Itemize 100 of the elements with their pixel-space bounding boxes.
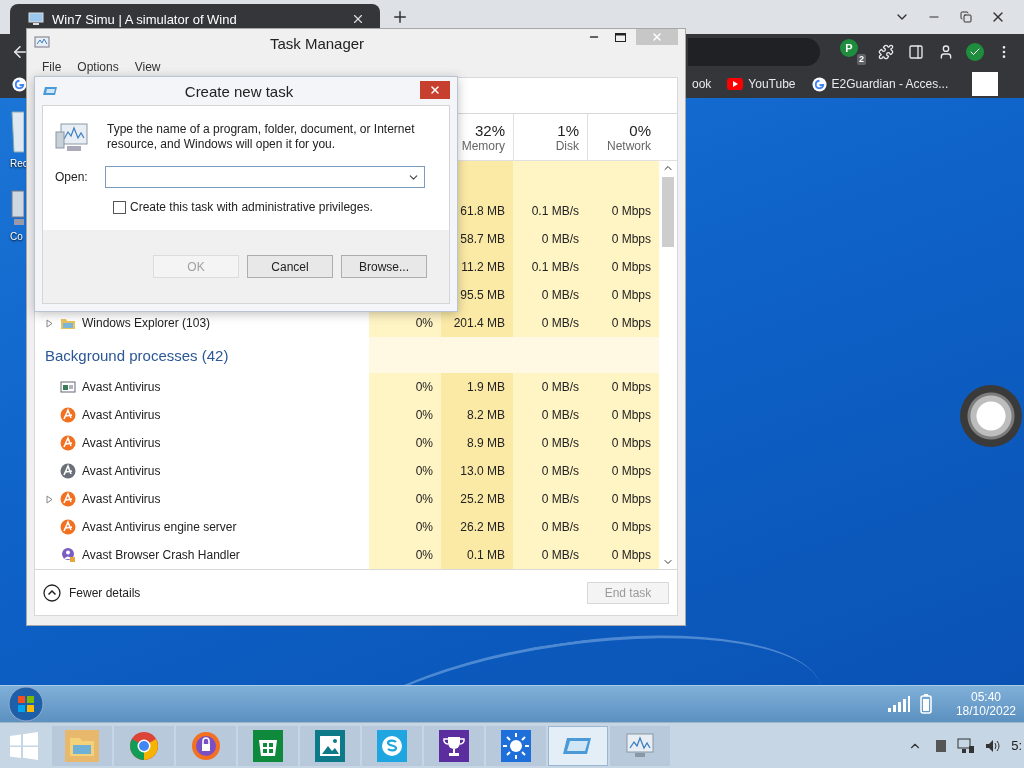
scrollbar-thumb[interactable] <box>662 177 674 247</box>
taskbar-button[interactable] <box>486 725 546 766</box>
menu-item[interactable]: Options <box>77 60 119 74</box>
network-cell: 0 Mbps <box>587 373 659 401</box>
network-cell: 0 Mbps <box>587 281 659 309</box>
table-cell <box>369 337 441 373</box>
trophy-icon <box>437 729 471 762</box>
avast-icon <box>60 407 76 423</box>
window-title: Task Manager <box>268 34 366 52</box>
taskbar-button[interactable] <box>176 725 236 766</box>
admin-checkbox[interactable]: Create this task with administrative privileges. <box>55 200 437 214</box>
expand-arrow-icon[interactable] <box>45 494 54 504</box>
start-orb-icon[interactable] <box>8 686 44 722</box>
signal-icon[interactable] <box>887 696 910 712</box>
skype-icon <box>375 729 409 762</box>
network-cell: 0 Mbps <box>587 225 659 253</box>
network-cell: 0 Mbps <box>587 309 659 337</box>
menu-item[interactable]: View <box>134 60 161 74</box>
puzzle-icon[interactable] <box>876 42 896 62</box>
memory-cell: 201.4 MB <box>441 309 513 337</box>
bookmark-link[interactable]: YouTube <box>721 77 802 91</box>
process-name: Windows Explorer (103) <box>82 316 211 330</box>
youtube-icon <box>727 78 744 90</box>
taskbar-button[interactable] <box>300 725 360 766</box>
tablet-icon <box>42 86 58 96</box>
network-cell: 0 Mbps <box>587 401 659 429</box>
memory-cell: 26.2 MB <box>441 513 513 541</box>
network-icon[interactable] <box>957 737 976 754</box>
photos-icon <box>313 729 347 762</box>
disk-cell: 0 MB/s <box>513 541 587 569</box>
square-icon[interactable] <box>935 738 948 753</box>
menu-item[interactable]: File <box>42 60 62 74</box>
monitor-icon <box>55 122 89 154</box>
cpu-cell: 0% <box>369 541 441 569</box>
taskbar-button[interactable] <box>238 725 298 766</box>
network-cell: 0 Mbps <box>587 429 659 457</box>
desktop-icon-label[interactable]: Co <box>10 231 23 242</box>
disk-cell: 0.1 MB/s <box>513 197 587 225</box>
avast-icon <box>60 491 76 507</box>
disk-cell: 0 MB/s <box>513 281 587 309</box>
side-panel-icon[interactable] <box>906 42 926 62</box>
process-name: Avast Antivirus engine server <box>82 520 237 534</box>
disk-cell: 0 MB/s <box>513 429 587 457</box>
expand-arrow-icon[interactable] <box>45 318 54 328</box>
process-name: Avast Antivirus <box>82 492 161 506</box>
clock[interactable]: 5: <box>1011 738 1022 753</box>
bookmark-link[interactable]: ook <box>686 77 718 91</box>
crash-handler-icon <box>60 547 76 563</box>
battery-icon[interactable] <box>919 694 932 714</box>
network-cell: 0 Mbps <box>587 513 659 541</box>
sun-icon <box>499 729 533 762</box>
process-name: Avast Browser Crash Handler <box>82 548 240 562</box>
dialog-title: Create new task <box>183 82 295 100</box>
folder-icon <box>65 729 99 762</box>
monitor-icon <box>34 36 50 50</box>
group-heading[interactable]: Background processes (42) <box>45 346 229 364</box>
process-name: Avast Antivirus <box>82 408 161 422</box>
browser-lock-icon <box>189 729 223 762</box>
dialog-button[interactable]: Cancel <box>247 255 333 278</box>
bookmark-tile[interactable] <box>972 72 999 96</box>
avast-icon <box>60 519 76 535</box>
cpu-cell: 0% <box>369 513 441 541</box>
memory-cell: 13.0 MB <box>441 457 513 485</box>
cpu-cell: 0% <box>369 485 441 513</box>
disk-cell: 0 MB/s <box>513 485 587 513</box>
memory-cell: 8.9 MB <box>441 429 513 457</box>
close-icon <box>429 84 441 96</box>
open-combobox[interactable] <box>105 166 425 188</box>
cpu-cell: 0% <box>369 429 441 457</box>
disk-cell: 0 MB/s <box>513 457 587 485</box>
process-name: Avast Antivirus <box>82 380 161 394</box>
network-cell: 0 Mbps <box>587 457 659 485</box>
network-cell: 0 Mbps <box>587 197 659 225</box>
memory-cell: 1.9 MB <box>441 373 513 401</box>
bookmark-link[interactable]: E2Guardian - Acces... <box>805 76 955 92</box>
store-icon <box>251 729 285 762</box>
open-label: Open: <box>55 170 89 184</box>
desktop-icon-label[interactable]: Rec <box>10 158 28 169</box>
memory-cell: 8.2 MB <box>441 401 513 429</box>
disk-cell: 0 MB/s <box>513 225 587 253</box>
network-cell: 0 Mbps <box>587 541 659 569</box>
fewer-details-toggle[interactable]: Fewer details <box>43 584 141 602</box>
google-icon <box>811 76 827 92</box>
window-icon <box>60 379 76 395</box>
avast-icon <box>60 435 76 451</box>
tab-title: Win7 Simu | A simulator of Wind <box>52 11 238 27</box>
disk-cell: 0 MB/s <box>513 309 587 337</box>
cpu-cell: 0% <box>369 373 441 401</box>
memory-cell: 25.2 MB <box>441 485 513 513</box>
disk-cell: 0 MB/s <box>513 373 587 401</box>
taskbar-button[interactable] <box>424 725 484 766</box>
memory-cell: 0.1 MB <box>441 541 513 569</box>
network-cell: 0 Mbps <box>587 485 659 513</box>
computer-icon[interactable] <box>10 187 24 227</box>
profile-badge[interactable]: P 2 <box>840 39 866 65</box>
check-shield-icon[interactable] <box>966 43 984 61</box>
dialog-message: Type the name of a program, folder, document, or Internet resource, and Windows will open it for you. <box>107 122 416 152</box>
dialog-button[interactable]: Browse... <box>341 255 427 278</box>
disk-cell: 0 MB/s <box>513 401 587 429</box>
close-button[interactable] <box>420 81 450 99</box>
